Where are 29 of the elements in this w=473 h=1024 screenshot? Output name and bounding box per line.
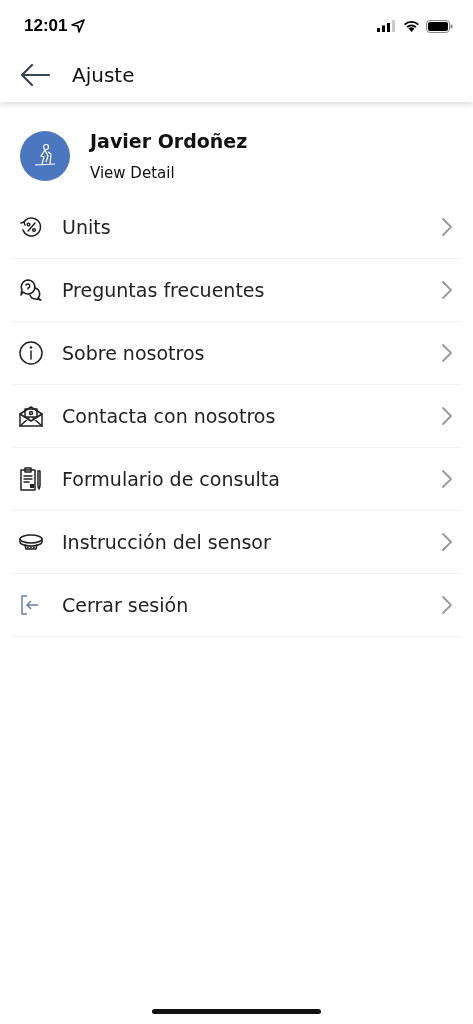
chevron-right-icon [441, 406, 453, 426]
user-name: Javier Ordoñez [90, 130, 248, 152]
page-title: Ajuste [72, 63, 135, 87]
settings-item[interactable]: Preguntas frecuentes [12, 259, 461, 322]
battery-icon [426, 19, 453, 33]
chevron-right-icon [441, 469, 453, 489]
info-icon [18, 340, 44, 366]
chevron-right-icon [441, 343, 453, 363]
skier-avatar [20, 131, 70, 181]
wifi-icon [403, 20, 420, 32]
settings-item[interactable]: Instrucción del sensor [12, 511, 461, 574]
back-arrow-icon[interactable] [20, 63, 50, 87]
signal-icon [377, 20, 397, 32]
clipboard-pen-icon [18, 466, 44, 492]
chevron-right-icon [441, 532, 453, 552]
chevron-right-icon [441, 280, 453, 300]
settings-item[interactable]: Sobre nosotros [12, 322, 461, 385]
view-detail-link[interactable]: View Detail [90, 164, 248, 182]
chevron-right-icon [441, 217, 453, 237]
chevron-right-icon [441, 595, 453, 615]
settings-item[interactable]: Units [12, 196, 461, 259]
settings-item[interactable]: Cerrar sesión [12, 574, 461, 637]
location-arrow-icon [71, 19, 86, 33]
envelope-icon [18, 403, 44, 429]
settings-item[interactable]: Formulario de consulta [12, 448, 461, 511]
settings-item[interactable]: Contacta con nosotros [12, 385, 461, 448]
status-time: 12:01 [24, 16, 68, 36]
question-chat-icon [18, 277, 44, 303]
percent-cycle-icon [18, 214, 44, 240]
